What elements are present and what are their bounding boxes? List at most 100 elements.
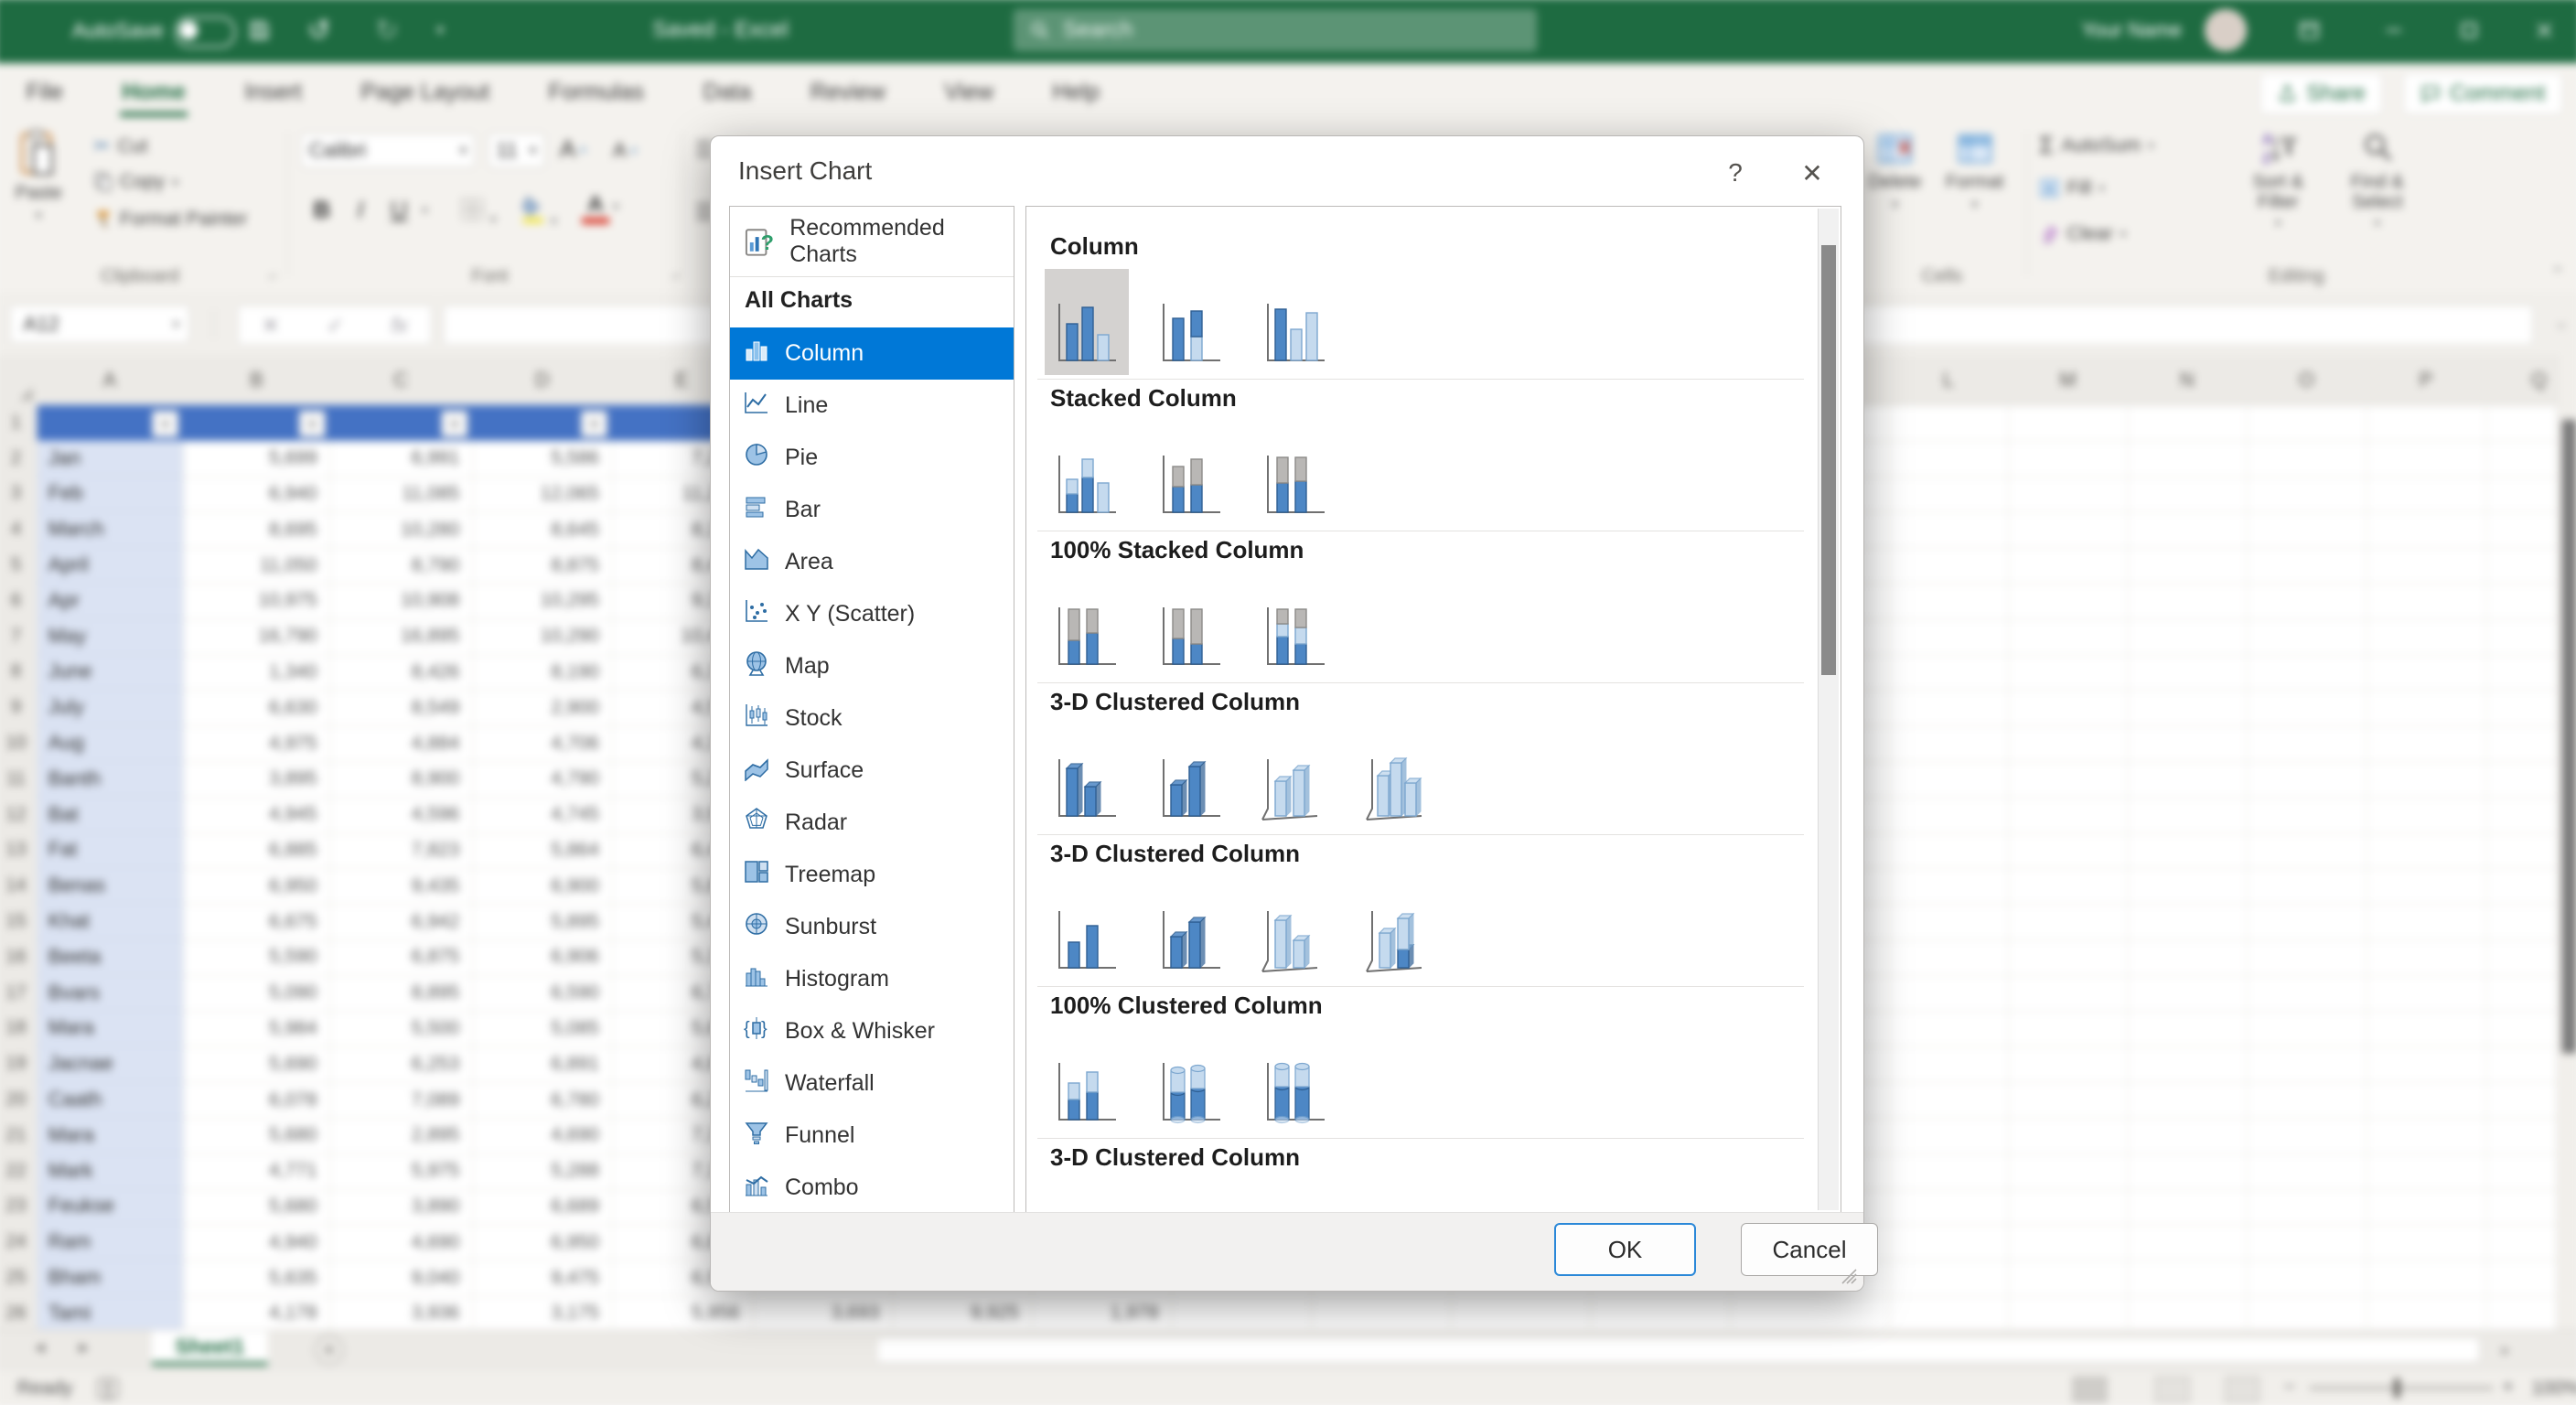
font-size-combo[interactable]: 11▾ (488, 134, 545, 168)
copy-button[interactable]: Copy▾ (94, 171, 178, 193)
cell-A11[interactable]: Banth (38, 761, 184, 797)
cell-D17[interactable]: 6,590 (474, 975, 608, 1011)
cell-A15[interactable]: Khat (38, 904, 184, 939)
tab-formulas[interactable]: Formulas (542, 63, 649, 120)
chart-variant-thumbnail-p3[interactable] (1253, 573, 1337, 679)
row-header-9[interactable]: 9 (0, 690, 38, 725)
row-header-24[interactable]: 24 (0, 1225, 38, 1260)
cell-C16[interactable]: 6,875 (332, 939, 469, 975)
cell-A6[interactable]: Apr (38, 583, 184, 618)
chart-type-surface[interactable]: Surface (730, 745, 1014, 797)
cell-C19[interactable]: 6,253 (332, 1046, 469, 1082)
delete-button[interactable]: Delete ▾ (1869, 130, 1922, 212)
row-header-10[interactable]: 10 (0, 725, 38, 761)
cell-E26[interactable]: 5,956 (614, 1296, 749, 1331)
sort-filter-button[interactable]: AZ Sort & Filter ▾ (2234, 130, 2322, 231)
row-header-8[interactable]: 8 (0, 654, 38, 690)
cell-D9[interactable]: 2,900 (474, 690, 608, 725)
cell-D19[interactable]: 6,891 (474, 1046, 608, 1082)
accessibility-icon[interactable] (96, 1377, 120, 1405)
column-header-M[interactable]: M (2040, 355, 2095, 404)
view-page-break-button[interactable] (2225, 1377, 2259, 1402)
filter-dropdown-icon[interactable]: ▾ (299, 411, 326, 437)
chart-variant-thumbnail-s2[interactable] (1149, 421, 1233, 527)
cell-B18[interactable]: 5,984 (185, 1011, 327, 1046)
cell-C3[interactable]: 11,085 (332, 477, 469, 512)
font-name-combo[interactable]: Calibri▾ (301, 134, 476, 168)
row-header-26[interactable]: 26 (0, 1296, 38, 1331)
customize-qat-icon[interactable]: ▾ (426, 0, 454, 63)
cell-A17[interactable]: Bvars (38, 975, 184, 1011)
cell-D2[interactable]: 5,586 (474, 441, 608, 477)
cell-C7[interactable]: 16,895 (332, 618, 469, 654)
resize-grip[interactable] (1840, 1267, 1858, 1285)
dialog-help-button[interactable]: ? (1715, 153, 1755, 193)
cut-button[interactable]: ✂Cut (94, 135, 148, 158)
cell-B4[interactable]: 8,695 (185, 512, 327, 548)
cell-B5[interactable]: 11,050 (185, 548, 327, 584)
cell-D16[interactable]: 6,906 (474, 939, 608, 975)
view-page-layout-button[interactable] (2155, 1377, 2190, 1402)
cancel-entry-icon[interactable]: ✕ (262, 313, 279, 338)
cell-B23[interactable]: 5,680 (185, 1189, 327, 1225)
row-header-7[interactable]: 7 (0, 618, 38, 654)
zoom-slider-track[interactable] (2309, 1387, 2493, 1389)
chart-type-sunburst[interactable]: Sunburst (730, 901, 1014, 953)
chart-type-combo[interactable]: Combo (730, 1162, 1014, 1214)
maximize-button[interactable] (2443, 0, 2495, 63)
clipboard-dialog-launcher-icon[interactable]: ⌐ (269, 269, 277, 285)
cell-B2[interactable]: 5,699 (185, 441, 327, 477)
cell-D10[interactable]: 4,706 (474, 725, 608, 761)
cell-C13[interactable]: 7,823 (332, 832, 469, 868)
chart-variant-thumbnail-s1[interactable] (1045, 421, 1129, 527)
minimize-button[interactable] (2368, 0, 2420, 63)
cell-A24[interactable]: Ram (38, 1225, 184, 1260)
cell-D4[interactable]: 8,645 (474, 512, 608, 548)
find-select-button[interactable]: Find & Select ▾ (2334, 130, 2421, 231)
cell-A8[interactable]: June (38, 654, 184, 690)
cell-A23[interactable]: Feukse (38, 1189, 184, 1225)
chart-variant-thumbnail-d1[interactable] (1045, 724, 1129, 831)
cell-C14[interactable]: 9,435 (332, 868, 469, 904)
vertical-scrollbar-thumb[interactable] (2562, 420, 2576, 1054)
close-window-button[interactable] (2518, 0, 2570, 63)
row-header-23[interactable]: 23 (0, 1189, 38, 1225)
cell-B7[interactable]: 16,790 (185, 618, 327, 654)
tab-help[interactable]: Help (1046, 63, 1105, 120)
column-header-A[interactable]: A (82, 355, 137, 404)
cell-F26[interactable]: 3,693 (755, 1296, 889, 1331)
increase-font-icon[interactable]: A˄ (560, 135, 587, 164)
row-header-22[interactable]: 22 (0, 1153, 38, 1189)
cell-B6[interactable]: 10,975 (185, 583, 327, 618)
row-header-1[interactable]: 1 (0, 405, 38, 441)
cell-A13[interactable]: Fat (38, 832, 184, 868)
tab-home[interactable]: Home (116, 63, 191, 120)
column-header-N[interactable]: N (2160, 355, 2215, 404)
cell-D5[interactable]: 8,875 (474, 548, 608, 584)
fill-color-button[interactable]: ▾ (520, 194, 557, 230)
cell-D12[interactable]: 4,745 (474, 797, 608, 832)
chart-type-bar[interactable]: Bar (730, 484, 1014, 536)
chart-variant-thumbnail-e2[interactable] (1149, 876, 1233, 982)
cell-H26[interactable]: 1,978 (1034, 1296, 1168, 1331)
row-header-18[interactable]: 18 (0, 1011, 38, 1046)
cell-A10[interactable]: Aug (38, 725, 184, 761)
cell-D7[interactable]: 10,290 (474, 618, 608, 654)
sheet-tab-active[interactable]: Sheet1 (152, 1331, 268, 1366)
new-sheet-button[interactable]: + (315, 1335, 344, 1365)
format-painter-button[interactable]: Format Painter (94, 209, 248, 231)
cell-G26[interactable]: 9,925 (894, 1296, 1028, 1331)
cell-B3[interactable]: 6,940 (185, 477, 327, 512)
cell-C4[interactable]: 10,280 (332, 512, 469, 548)
cell-A19[interactable]: Jacnae (38, 1046, 184, 1082)
fx-icon[interactable]: fx (392, 313, 408, 338)
cell-A18[interactable]: Mara (38, 1011, 184, 1046)
cell-C6[interactable]: 10,908 (332, 583, 469, 618)
autosum-button[interactable]: ΣAutoSum▾ (2039, 132, 2154, 160)
row-header-4[interactable]: 4 (0, 512, 38, 548)
row-header-20[interactable]: 20 (0, 1082, 38, 1118)
row-header-25[interactable]: 25 (0, 1260, 38, 1296)
decrease-font-icon[interactable]: A˅ (613, 139, 638, 163)
column-header-L[interactable]: L (1921, 355, 1976, 404)
italic-button[interactable]: I (345, 196, 376, 224)
